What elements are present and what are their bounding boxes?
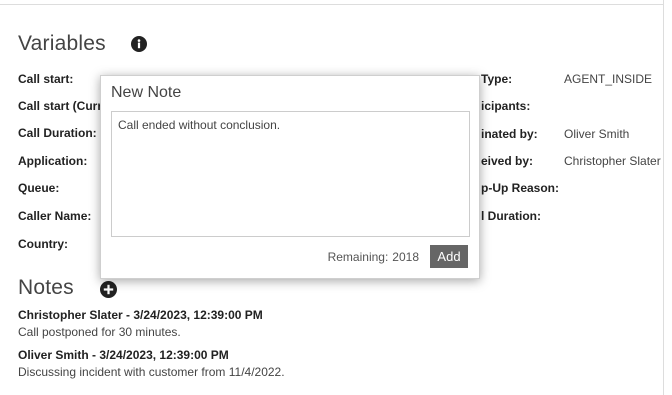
top-divider bbox=[0, 4, 664, 5]
add-note-icon[interactable] bbox=[100, 281, 117, 298]
popover-title: New Note bbox=[111, 84, 182, 101]
variable-label: eived by: bbox=[481, 154, 534, 168]
note-text: Discussing incident with customer from 1… bbox=[18, 365, 285, 379]
info-icon[interactable] bbox=[131, 36, 147, 52]
variable-value: AGENT_INSIDE bbox=[564, 72, 653, 86]
variable-value: Oliver Smith bbox=[564, 127, 630, 141]
remaining-counter: Remaining: 2018 bbox=[324, 250, 419, 264]
variable-label: Application: bbox=[18, 154, 88, 168]
remaining-value: 2018 bbox=[392, 250, 419, 264]
remaining-label: Remaining: bbox=[327, 250, 389, 264]
note-header: Oliver Smith - 3/24/2023, 12:39:00 PM bbox=[18, 348, 229, 362]
variable-label: inated by: bbox=[481, 127, 538, 141]
variable-label: Queue: bbox=[18, 181, 60, 195]
add-note-button[interactable]: Add bbox=[430, 245, 468, 268]
variable-label: p-Up Reason: bbox=[481, 181, 559, 195]
variable-label: icipants: bbox=[481, 99, 531, 113]
new-note-popover: New Note Call ended without conclusion. … bbox=[100, 75, 480, 279]
right-divider bbox=[663, 0, 664, 395]
note-header: Christopher Slater - 3/24/2023, 12:39:00… bbox=[18, 308, 263, 322]
note-text: Call postponed for 30 minutes. bbox=[18, 325, 181, 339]
variable-label: Call Duration: bbox=[18, 126, 97, 140]
notes-title: Notes bbox=[18, 276, 74, 299]
variable-label: Call start: bbox=[18, 72, 74, 86]
variable-label: Type: bbox=[481, 72, 513, 86]
variables-title: Variables bbox=[18, 32, 106, 55]
variable-label: Country: bbox=[18, 237, 68, 251]
variable-label: Call start (Curr bbox=[18, 99, 103, 113]
variable-label: Caller Name: bbox=[18, 209, 92, 223]
variable-value: Christopher Slater bbox=[564, 154, 661, 168]
note-textarea[interactable]: Call ended without conclusion. bbox=[111, 111, 470, 237]
variable-label: l Duration: bbox=[481, 209, 541, 223]
